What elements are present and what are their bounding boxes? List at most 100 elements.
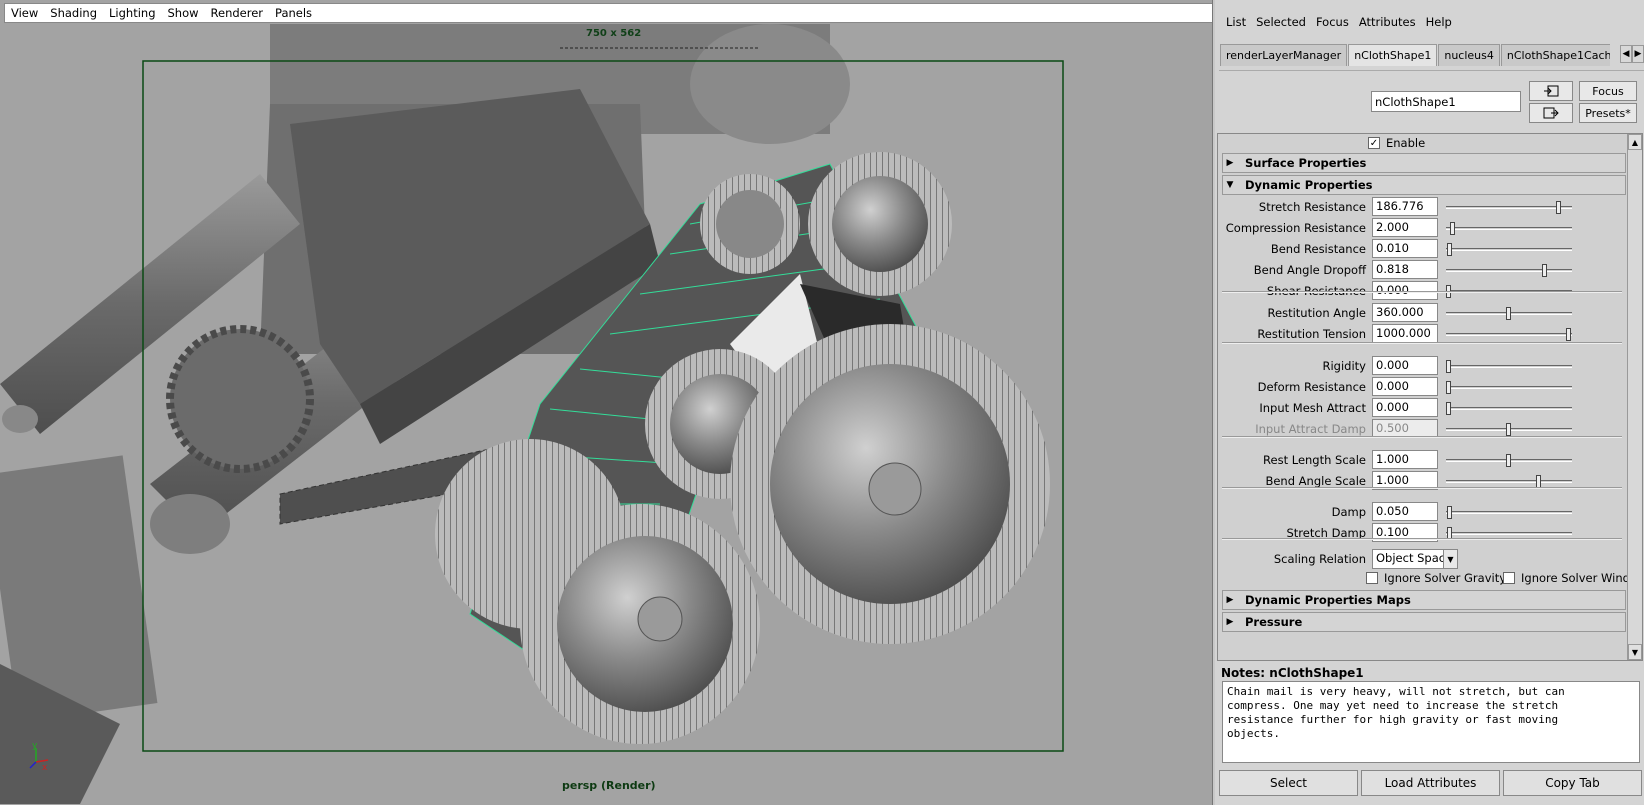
attr-value-field[interactable]: 0.000 [1372, 398, 1438, 417]
attr-slider[interactable] [1446, 527, 1572, 540]
select-output-button[interactable] [1529, 103, 1573, 123]
attr-value-field[interactable]: 0.000 [1372, 356, 1438, 375]
presets-button[interactable]: Presets* [1579, 103, 1637, 123]
attr-slider[interactable] [1446, 243, 1572, 256]
divider [1222, 436, 1622, 438]
menu-view[interactable]: View [5, 6, 44, 20]
axis-gizmo-icon: y x [29, 741, 49, 770]
attr-slider[interactable] [1446, 402, 1572, 415]
ae-menu-attributes[interactable]: Attributes [1354, 15, 1421, 29]
notes-header: Notes: nClothShape1 [1221, 666, 1364, 680]
attr-value-field[interactable]: 1.000 [1372, 450, 1438, 469]
attr-row-deform-resistance: Deform Resistance 0.000 [1218, 377, 1628, 398]
section-label: Dynamic Properties Maps [1245, 593, 1411, 607]
attr-slider[interactable] [1446, 506, 1572, 519]
viewport-panel[interactable]: View Shading Lighting Show Renderer Pane… [0, 0, 1213, 805]
enable-checkbox[interactable]: ✓ [1368, 137, 1380, 149]
menu-panels[interactable]: Panels [269, 6, 318, 20]
attr-slider[interactable] [1446, 423, 1572, 436]
menu-shading[interactable]: Shading [44, 6, 103, 20]
slider-handle[interactable] [1447, 243, 1452, 256]
scene-3d-view[interactable] [0, 24, 1212, 804]
slider-handle[interactable] [1447, 506, 1452, 519]
slider-handle[interactable] [1506, 454, 1511, 467]
attr-slider[interactable] [1446, 475, 1572, 488]
attr-slider[interactable] [1446, 264, 1572, 277]
tab-nclothshape1cache1[interactable]: nClothShape1Cache1 [1500, 44, 1610, 66]
slider-handle[interactable] [1446, 360, 1451, 373]
slider-handle[interactable] [1556, 201, 1561, 214]
notes-textarea[interactable]: Chain mail is very heavy, will not stret… [1222, 681, 1640, 763]
attr-value-field[interactable]: 186.776 [1372, 197, 1438, 216]
enable-label: Enable [1386, 136, 1426, 150]
copy-tab-button[interactable]: Copy Tab [1503, 770, 1642, 796]
input-connection-icon [1544, 85, 1559, 97]
ignore-gravity-checkbox[interactable] [1366, 572, 1378, 584]
attribute-scrollbar[interactable]: ▲ ▼ [1627, 134, 1642, 660]
attr-value-field[interactable]: 0.000 [1372, 377, 1438, 396]
section-surface-properties[interactable]: ▶ Surface Properties [1222, 153, 1626, 173]
enable-row[interactable]: ✓ Enable [1368, 136, 1425, 150]
attr-value-field[interactable]: 1000.000 [1372, 324, 1438, 343]
attr-slider[interactable] [1446, 360, 1572, 373]
section-label: Surface Properties [1245, 156, 1367, 170]
node-name-row: nCloth: Focus Presets* [1219, 70, 1644, 130]
scroll-up-icon[interactable]: ▲ [1628, 134, 1642, 150]
slider-handle[interactable] [1506, 307, 1511, 320]
attr-slider[interactable] [1446, 222, 1572, 235]
attr-slider[interactable] [1446, 454, 1572, 467]
slider-handle[interactable] [1542, 264, 1547, 277]
section-dynamic-properties[interactable]: ▼ Dynamic Properties [1222, 175, 1626, 195]
attr-slider[interactable] [1446, 307, 1572, 320]
slider-handle[interactable] [1446, 402, 1451, 415]
divider [1222, 291, 1622, 293]
ae-menu-list[interactable]: List [1221, 15, 1251, 29]
attr-value-field[interactable]: 0.050 [1372, 502, 1438, 521]
tab-nclothshape1[interactable]: nClothShape1 [1348, 44, 1438, 66]
dropdown-arrow-icon: ▼ [1443, 550, 1457, 568]
attr-value-field[interactable]: 360.000 [1372, 303, 1438, 322]
tab-scroll-left-icon[interactable]: ◀ [1620, 45, 1632, 63]
section-label: Pressure [1245, 615, 1303, 629]
scaling-relation-value: Object Space [1376, 551, 1453, 565]
tab-renderlayermanager[interactable]: renderLayerManager [1220, 44, 1348, 66]
attr-label: Bend Resistance [1270, 242, 1366, 256]
focus-button[interactable]: Focus [1579, 81, 1637, 101]
select-button[interactable]: Select [1219, 770, 1358, 796]
tab-scroll-right-icon[interactable]: ▶ [1632, 45, 1644, 63]
axis-label-y: y [32, 741, 38, 751]
ae-bottom-buttons: Select Load Attributes Copy Tab [1219, 770, 1642, 796]
slider-handle[interactable] [1446, 381, 1451, 394]
node-name-input[interactable] [1371, 91, 1521, 112]
menu-renderer[interactable]: Renderer [205, 6, 270, 20]
ae-menu-help[interactable]: Help [1421, 15, 1457, 29]
slider-handle[interactable] [1506, 423, 1511, 436]
menu-lighting[interactable]: Lighting [103, 6, 161, 20]
ae-menu-selected[interactable]: Selected [1251, 15, 1311, 29]
ae-menu-focus[interactable]: Focus [1311, 15, 1354, 29]
attr-label: Rest Length Scale [1263, 453, 1366, 467]
attr-value-field[interactable]: 0.818 [1372, 260, 1438, 279]
attribute-editor: List Selected Focus Attributes Help rend… [1215, 0, 1644, 805]
ignore-solver-wind[interactable]: Ignore Solver Wind [1503, 571, 1630, 585]
slider-handle[interactable] [1450, 222, 1455, 235]
slider-handle[interactable] [1566, 328, 1571, 341]
attr-value-field[interactable]: 2.000 [1372, 218, 1438, 237]
attr-slider[interactable] [1446, 328, 1572, 341]
section-pressure[interactable]: ▶ Pressure [1222, 612, 1626, 632]
attribute-panel: ✓ Enable ▶ Surface Properties ▼ Dynamic … [1217, 133, 1643, 661]
attr-value-field[interactable]: 0.010 [1372, 239, 1438, 258]
attr-row-compression-resistance: Compression Resistance 2.000 [1218, 218, 1628, 239]
ignore-wind-checkbox[interactable] [1503, 572, 1515, 584]
scaling-relation-dropdown[interactable]: Object Space ▼ [1372, 549, 1458, 569]
select-input-button[interactable] [1529, 81, 1573, 101]
ignore-solver-gravity[interactable]: Ignore Solver Gravity [1366, 571, 1506, 585]
menu-show[interactable]: Show [162, 6, 205, 20]
attr-slider[interactable] [1446, 381, 1572, 394]
section-dynamic-properties-maps[interactable]: ▶ Dynamic Properties Maps [1222, 590, 1626, 610]
scroll-down-icon[interactable]: ▼ [1628, 644, 1642, 660]
tab-nucleus4[interactable]: nucleus4 [1438, 44, 1500, 66]
notes-node-name: nClothShape1 [1269, 666, 1364, 680]
attr-slider[interactable] [1446, 201, 1572, 214]
load-attributes-button[interactable]: Load Attributes [1361, 770, 1500, 796]
